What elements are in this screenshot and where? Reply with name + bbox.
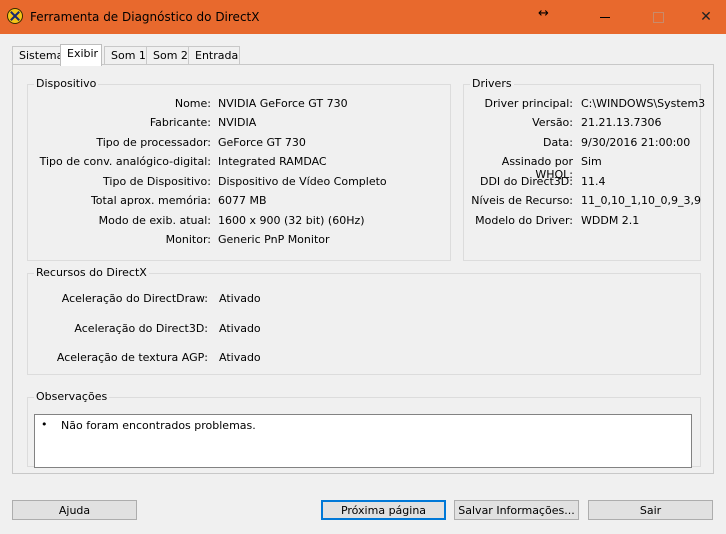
driver-label: Níveis de Recurso: xyxy=(471,194,573,207)
next-page-button[interactable]: Próxima página xyxy=(321,500,446,520)
device-label: Tipo de conv. analógico-digital: xyxy=(39,155,211,168)
device-value: Generic PnP Monitor xyxy=(218,233,330,246)
driver-value: WDDM 2.1 xyxy=(581,214,640,227)
device-label: Tipo de processador: xyxy=(96,136,211,149)
tab-entrada[interactable]: Entrada xyxy=(188,46,240,65)
device-value: 6077 MB xyxy=(218,194,267,207)
tab-sistema[interactable]: Sistema xyxy=(12,46,63,65)
device-group-title: Dispositivo xyxy=(34,77,99,90)
bullet-icon: • xyxy=(41,418,48,431)
driver-value: 21.21.13.7306 xyxy=(581,116,662,129)
move-cursor-icon: ↔ xyxy=(538,6,549,21)
minimize-button[interactable] xyxy=(590,6,620,28)
exit-button[interactable]: Sair xyxy=(588,500,713,520)
feature-label: Aceleração de textura AGP: xyxy=(56,351,208,364)
device-value: Integrated RAMDAC xyxy=(218,155,327,168)
tab-panel: Dispositivo Nome: NVIDIA GeForce GT 730 … xyxy=(12,64,714,474)
device-label: Total aprox. memória: xyxy=(90,194,211,207)
drivers-group-title: Drivers xyxy=(470,77,514,90)
note-text: Não foram encontrados problemas. xyxy=(61,419,256,432)
feature-value: Ativado xyxy=(219,351,261,364)
notes-group-title: Observações xyxy=(34,390,110,403)
driver-label: Modelo do Driver: xyxy=(475,214,573,227)
maximize-button[interactable] xyxy=(643,6,673,28)
directx-icon xyxy=(7,8,23,24)
driver-value: 9/30/2016 21:00:00 xyxy=(581,136,691,149)
tab-som-2[interactable]: Som 2 xyxy=(146,46,190,65)
feature-label: Aceleração do Direct3D: xyxy=(74,322,208,335)
notes-group: Observações • Não foram encontrados prob… xyxy=(27,390,701,468)
drivers-group: Drivers Driver principal: C:\WINDOWS\Sys… xyxy=(463,77,705,261)
device-value: Dispositivo de Vídeo Completo xyxy=(218,175,387,188)
tab-exibir[interactable]: Exibir xyxy=(60,44,102,66)
driver-value: 11_0,10_1,10_0,9_3,9 xyxy=(581,194,701,207)
device-value: NVIDIA GeForce GT 730 xyxy=(218,97,348,110)
device-label: Modo de exib. atual: xyxy=(98,214,211,227)
close-button[interactable]: ✕ xyxy=(691,6,721,28)
feature-value: Ativado xyxy=(219,292,261,305)
device-value: NVIDIA xyxy=(218,116,257,129)
driver-value: Sim xyxy=(581,155,602,168)
directx-group-title: Recursos do DirectX xyxy=(34,266,149,279)
notes-textbox[interactable]: • Não foram encontrados problemas. xyxy=(34,414,692,468)
save-info-button[interactable]: Salvar Informações... xyxy=(454,500,579,520)
driver-label: Data: xyxy=(543,136,573,149)
tab-som-1[interactable]: Som 1 xyxy=(104,46,148,65)
directx-features-group: Recursos do DirectX Aceleração do Direct… xyxy=(27,266,701,375)
driver-value: C:\WINDOWS\System3 xyxy=(581,97,706,110)
window-title: Ferramenta de Diagnóstico do DirectX xyxy=(30,10,260,24)
device-value: GeForce GT 730 xyxy=(218,136,306,149)
help-button[interactable]: Ajuda xyxy=(12,500,137,520)
driver-label: DDI do Direct3D: xyxy=(479,175,573,188)
device-label: Nome: xyxy=(174,97,211,110)
feature-value: Ativado xyxy=(219,322,261,335)
device-label: Fabricante: xyxy=(149,116,211,129)
driver-label: Driver principal: xyxy=(484,97,573,110)
title-bar: Ferramenta de Diagnóstico do DirectX ↔ ✕ xyxy=(0,0,726,34)
device-label: Tipo de Dispositivo: xyxy=(103,175,211,188)
device-label: Monitor: xyxy=(165,233,211,246)
device-group: Dispositivo Nome: NVIDIA GeForce GT 730 … xyxy=(27,77,451,261)
feature-label: Aceleração do DirectDraw: xyxy=(61,292,208,305)
driver-value: 11.4 xyxy=(581,175,606,188)
driver-label: Versão: xyxy=(532,116,573,129)
device-value: 1600 x 900 (32 bit) (60Hz) xyxy=(218,214,365,227)
